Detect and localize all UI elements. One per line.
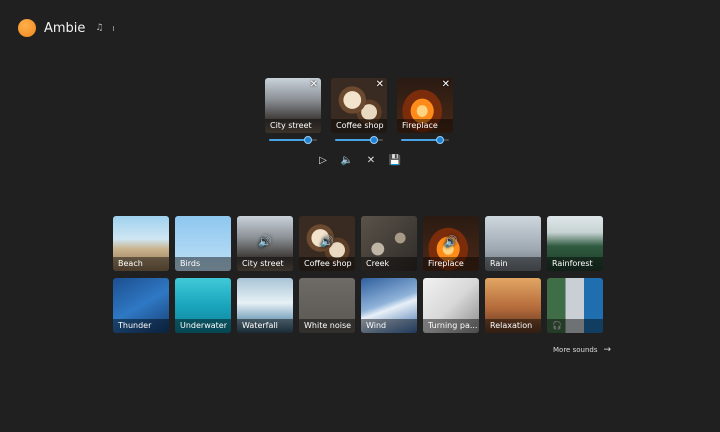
play-icon[interactable]: ▷ — [317, 154, 329, 166]
active-sound-item: ✕ Fireplace — [397, 78, 453, 145]
sound-tile[interactable]: Beach — [113, 216, 169, 271]
speaker-icon: 🔊 — [444, 235, 458, 248]
speaker-icon: 🔊 — [258, 235, 272, 248]
sound-tile[interactable]: Creek — [361, 216, 417, 271]
speaker-icon: 🔊 — [320, 235, 334, 248]
clear-all-icon[interactable]: ✕ — [365, 154, 377, 166]
slider-fill — [269, 139, 309, 141]
active-sound-tile[interactable]: ✕ Fireplace — [397, 78, 453, 133]
slider-thumb[interactable] — [436, 136, 445, 144]
arrow-right-icon: → — [603, 345, 612, 355]
divider — [112, 25, 114, 31]
sound-tile[interactable]: Birds — [175, 216, 231, 271]
sound-tile-label: Birds — [175, 257, 231, 271]
sound-tile[interactable]: Wind — [361, 278, 417, 333]
remove-sound-icon[interactable]: ✕ — [442, 79, 450, 91]
sound-catalog-grid: Beach Birds 🔊 City street 🔊 Coffee shop Creek 🔊… — [113, 216, 603, 333]
sound-tile[interactable]: Relaxation — [485, 278, 541, 333]
title-bar: Ambie ♫ — [18, 19, 114, 37]
sound-tile[interactable]: Waterfall — [237, 278, 293, 333]
ambie-logo-icon — [18, 19, 36, 37]
volume-icon[interactable]: 🔈 — [341, 154, 353, 166]
sound-tile[interactable]: Thunder — [113, 278, 169, 333]
sound-tile[interactable]: Rainforest — [547, 216, 603, 271]
sound-tile-label: Waterfall — [237, 319, 293, 333]
active-sound-label: Coffee shop — [331, 119, 387, 133]
sound-tile-label: Fireplace — [423, 257, 479, 271]
active-sound-item: ✕ Coffee shop — [331, 78, 387, 145]
sound-tile-label: Wind — [361, 319, 417, 333]
music-note-icon[interactable]: ♫ — [95, 23, 103, 33]
sound-tile[interactable]: Turning pa... — [423, 278, 479, 333]
sound-tile[interactable]: 🔊 Fireplace — [423, 216, 479, 271]
remove-sound-icon[interactable]: ✕ — [376, 79, 384, 91]
sound-tile-label: Creek — [361, 257, 417, 271]
remove-sound-icon[interactable]: ✕ — [310, 79, 318, 91]
slider-fill — [335, 139, 375, 141]
sound-tile-label: Underwater — [175, 319, 231, 333]
volume-slider[interactable] — [269, 135, 317, 145]
active-sound-label: Fireplace — [397, 119, 453, 133]
sound-tile-label: White noise — [299, 319, 355, 333]
more-sounds-label: More sounds — [553, 346, 598, 354]
sound-tile-label: Beach — [113, 257, 169, 271]
sound-tile-label: Turning pa... — [423, 319, 479, 333]
slider-thumb[interactable] — [304, 136, 313, 144]
sound-tile[interactable]: 🔊 Coffee shop — [299, 216, 355, 271]
volume-slider[interactable] — [401, 135, 449, 145]
active-sound-tile[interactable]: ✕ City street — [265, 78, 321, 133]
sound-tile-label: Relaxation — [485, 319, 541, 333]
slider-thumb[interactable] — [370, 136, 379, 144]
save-icon[interactable]: 💾 — [389, 154, 401, 166]
sound-tile[interactable]: 🎧 — [547, 278, 603, 333]
sound-tile-label: City street — [237, 257, 293, 271]
sound-tile[interactable]: Rain — [485, 216, 541, 271]
volume-slider[interactable] — [335, 135, 383, 145]
active-sound-item: ✕ City street — [265, 78, 321, 145]
sound-tile-label: Rain — [485, 257, 541, 271]
sound-tile[interactable]: Underwater — [175, 278, 231, 333]
playback-controls: ▷ 🔈 ✕ 💾 — [317, 154, 401, 166]
sound-tile[interactable]: White noise — [299, 278, 355, 333]
headphones-icon: 🎧 — [547, 319, 603, 333]
active-sounds-list: ✕ City street ✕ Coffee shop ✕ Fireplace — [265, 78, 453, 145]
app-title: Ambie — [44, 20, 86, 36]
active-sound-tile[interactable]: ✕ Coffee shop — [331, 78, 387, 133]
sound-tile-label: Thunder — [113, 319, 169, 333]
active-sound-label: City street — [265, 119, 321, 133]
sound-tile[interactable]: 🔊 City street — [237, 216, 293, 271]
sound-tile-label: Rainforest — [547, 257, 603, 271]
slider-fill — [401, 139, 441, 141]
sound-tile-label: Coffee shop — [299, 257, 355, 271]
more-sounds-link[interactable]: More sounds → — [553, 345, 611, 355]
